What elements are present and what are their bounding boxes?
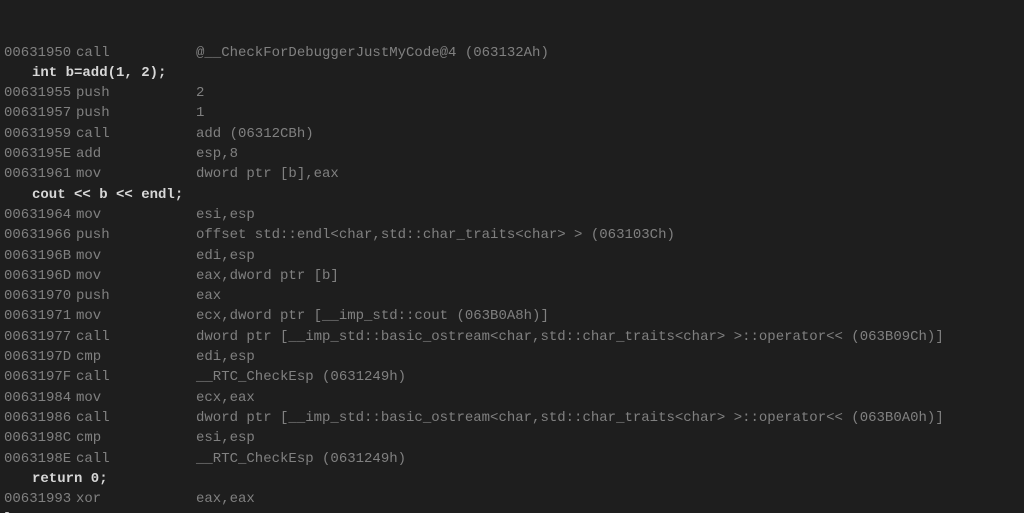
mnemonic-col: call: [76, 449, 196, 469]
mnemonic-col: mov: [76, 266, 196, 286]
source-line[interactable]: cout << b << endl;: [4, 185, 1020, 205]
asm-line[interactable]: 0063198Ecall__RTC_CheckEsp (0631249h): [4, 449, 1020, 469]
addr-col: 00631966: [4, 225, 76, 245]
addr-col: 00631971: [4, 306, 76, 326]
asm-line[interactable]: 00631957push1: [4, 103, 1020, 123]
source-line[interactable]: }: [4, 509, 1020, 513]
operands-col: esp,8: [196, 144, 1020, 164]
addr-col: 00631950: [4, 43, 76, 63]
asm-line[interactable]: 00631959calladd (06312CBh): [4, 124, 1020, 144]
mnemonic-col: mov: [76, 164, 196, 184]
addr-col: 00631977: [4, 327, 76, 347]
addr-col: 00631984: [4, 388, 76, 408]
operands-col: edi,esp: [196, 347, 1020, 367]
operands-col: eax,dword ptr [b]: [196, 266, 1020, 286]
asm-line[interactable]: 0063196Dmoveax,dword ptr [b]: [4, 266, 1020, 286]
operands-col: eax,eax: [196, 489, 1020, 509]
operands-col: add (06312CBh): [196, 124, 1020, 144]
mnemonic-col: call: [76, 124, 196, 144]
mnemonic-col: push: [76, 83, 196, 103]
asm-line[interactable]: 00631966pushoffset std::endl<char,std::c…: [4, 225, 1020, 245]
operands-col: esi,esp: [196, 205, 1020, 225]
asm-line[interactable]: 00631961movdword ptr [b],eax: [4, 164, 1020, 184]
operands-col: esi,esp: [196, 428, 1020, 448]
addr-col: 00631957: [4, 103, 76, 123]
disassembly-view[interactable]: 00631950call@__CheckForDebuggerJustMyCod…: [0, 0, 1024, 513]
addr-col: 0063196B: [4, 246, 76, 266]
asm-line[interactable]: 00631950call@__CheckForDebuggerJustMyCod…: [4, 43, 1020, 63]
asm-line[interactable]: 00631984movecx,eax: [4, 388, 1020, 408]
asm-line[interactable]: 0063198Ccmpesi,esp: [4, 428, 1020, 448]
operands-col: edi,esp: [196, 246, 1020, 266]
asm-line[interactable]: 0063197Dcmpedi,esp: [4, 347, 1020, 367]
source-line[interactable]: int b=add(1, 2);: [4, 63, 1020, 83]
mnemonic-col: call: [76, 327, 196, 347]
addr-col: 00631961: [4, 164, 76, 184]
asm-line[interactable]: 0063196Bmovedi,esp: [4, 246, 1020, 266]
mnemonic-col: call: [76, 408, 196, 428]
operands-col: __RTC_CheckEsp (0631249h): [196, 449, 1020, 469]
addr-col: 0063196D: [4, 266, 76, 286]
addr-col: 00631964: [4, 205, 76, 225]
operands-col: @__CheckForDebuggerJustMyCode@4 (063132A…: [196, 43, 1020, 63]
addr-col: 00631959: [4, 124, 76, 144]
operands-col: 1: [196, 103, 1020, 123]
mnemonic-col: mov: [76, 205, 196, 225]
mnemonic-col: call: [76, 43, 196, 63]
mnemonic-col: push: [76, 103, 196, 123]
addr-col: 0063197F: [4, 367, 76, 387]
addr-col: 00631993: [4, 489, 76, 509]
operands-col: ecx,dword ptr [__imp_std::cout (063B0A8h…: [196, 306, 1020, 326]
operands-col: __RTC_CheckEsp (0631249h): [196, 367, 1020, 387]
source-line[interactable]: return 0;: [4, 469, 1020, 489]
asm-line[interactable]: 00631977calldword ptr [__imp_std::basic_…: [4, 327, 1020, 347]
mnemonic-col: cmp: [76, 347, 196, 367]
operands-col: dword ptr [__imp_std::basic_ostream<char…: [196, 327, 1020, 347]
addr-col: 00631986: [4, 408, 76, 428]
mnemonic-col: cmp: [76, 428, 196, 448]
addr-col: 00631955: [4, 83, 76, 103]
operands-col: eax: [196, 286, 1020, 306]
mnemonic-col: mov: [76, 306, 196, 326]
disassembly-lines: 00631950call@__CheckForDebuggerJustMyCod…: [4, 43, 1020, 513]
addr-col: 0063198C: [4, 428, 76, 448]
operands-col: dword ptr [__imp_std::basic_ostream<char…: [196, 408, 1020, 428]
asm-line[interactable]: 00631970pusheax: [4, 286, 1020, 306]
asm-line[interactable]: 00631964movesi,esp: [4, 205, 1020, 225]
mnemonic-col: mov: [76, 388, 196, 408]
mnemonic-col: xor: [76, 489, 196, 509]
operands-col: offset std::endl<char,std::char_traits<c…: [196, 225, 1020, 245]
operands-col: ecx,eax: [196, 388, 1020, 408]
mnemonic-col: add: [76, 144, 196, 164]
asm-line[interactable]: 00631986calldword ptr [__imp_std::basic_…: [4, 408, 1020, 428]
operands-col: 2: [196, 83, 1020, 103]
operands-col: dword ptr [b],eax: [196, 164, 1020, 184]
mnemonic-col: mov: [76, 246, 196, 266]
asm-line[interactable]: 00631955push2: [4, 83, 1020, 103]
addr-col: 0063195E: [4, 144, 76, 164]
asm-line[interactable]: 00631971movecx,dword ptr [__imp_std::cou…: [4, 306, 1020, 326]
asm-line[interactable]: 00631993xoreax,eax: [4, 489, 1020, 509]
addr-col: 0063197D: [4, 347, 76, 367]
mnemonic-col: push: [76, 225, 196, 245]
mnemonic-col: push: [76, 286, 196, 306]
asm-line[interactable]: 0063195Eaddesp,8: [4, 144, 1020, 164]
asm-line[interactable]: 0063197Fcall__RTC_CheckEsp (0631249h): [4, 367, 1020, 387]
mnemonic-col: call: [76, 367, 196, 387]
addr-col: 0063198E: [4, 449, 76, 469]
addr-col: 00631970: [4, 286, 76, 306]
